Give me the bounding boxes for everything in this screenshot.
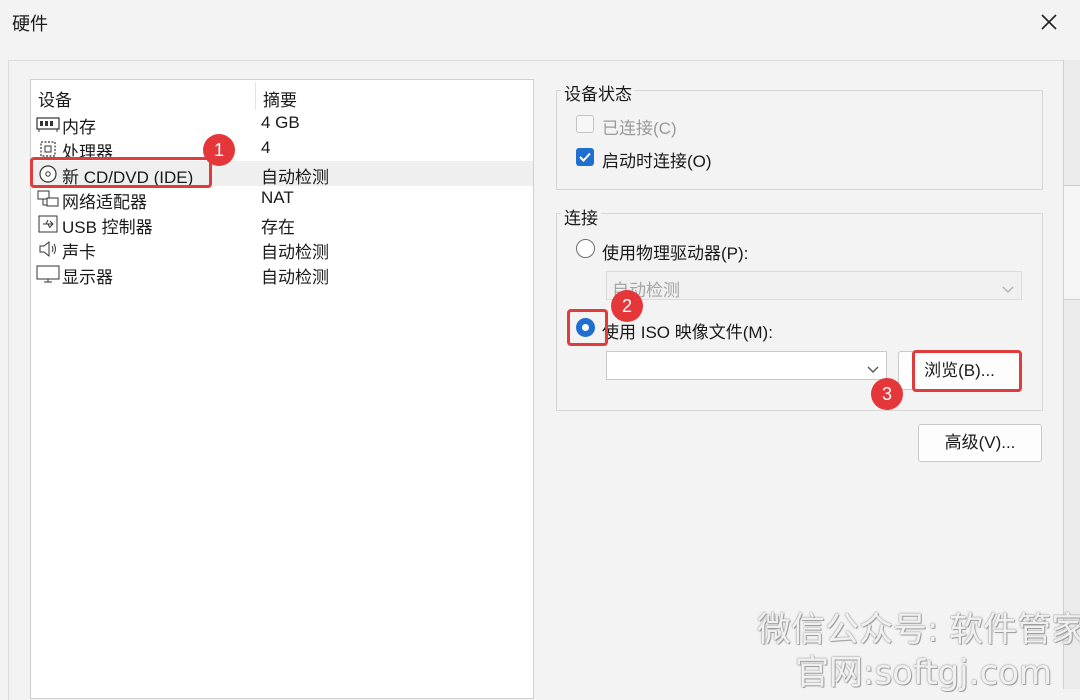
window-title: 硬件: [12, 14, 48, 34]
close-button[interactable]: [1036, 9, 1062, 35]
device-summary: 4: [261, 138, 271, 157]
device-summary: 自动检测: [261, 243, 329, 262]
physical-drive-select[interactable]: 自动检测: [606, 271, 1022, 300]
device-name: 显示器: [62, 268, 113, 287]
title-bar: 硬件: [0, 0, 1080, 45]
device-row-memory[interactable]: 内存 4 GB: [31, 111, 533, 137]
watermark-line-1: 微信公众号: 软件管家: [757, 610, 1080, 650]
monitor-icon: [36, 264, 60, 284]
device-row-network[interactable]: 网络适配器 NAT: [31, 186, 533, 212]
connect-on-start-label: 启动时连接(O): [602, 152, 712, 171]
device-summary: 自动检测: [261, 168, 329, 187]
device-name: 网络适配器: [62, 193, 147, 212]
memory-icon: [36, 114, 60, 134]
processor-icon: [36, 139, 60, 159]
chevron-down-icon: [866, 360, 880, 373]
annotation-badge-2: 2: [611, 290, 643, 322]
physical-drive-label: 使用物理驱动器(P):: [602, 244, 749, 263]
physical-drive-radio[interactable]: [576, 239, 595, 258]
device-name: 声卡: [62, 243, 96, 262]
connected-label: 已连接(C): [602, 119, 677, 138]
device-row-display[interactable]: 显示器 自动检测: [31, 261, 533, 287]
column-header-device[interactable]: 设备: [38, 86, 72, 111]
close-icon: [1041, 14, 1057, 30]
device-status-label: 设备状态: [561, 80, 635, 105]
highlight-cd-dvd-row: [30, 157, 212, 188]
device-summary: NAT: [261, 188, 294, 207]
device-summary: 存在: [261, 218, 295, 237]
device-row-usb[interactable]: USB 控制器 存在: [31, 211, 533, 237]
usb-icon: [36, 214, 60, 234]
watermark-line-2: 官网:softgj.com: [795, 653, 1053, 693]
annotation-badge-1: 1: [203, 134, 235, 166]
highlight-browse-button: [912, 350, 1022, 392]
device-name: USB 控制器: [62, 218, 153, 237]
network-icon: [36, 189, 60, 209]
speaker-icon: [36, 239, 60, 259]
advanced-button[interactable]: 高级(V)...: [918, 424, 1042, 462]
annotation-badge-3: 3: [871, 378, 903, 410]
device-summary: 自动检测: [261, 268, 329, 287]
connection-label: 连接: [561, 204, 601, 229]
iso-path-combobox[interactable]: [606, 351, 887, 380]
column-header-summary[interactable]: 摘要: [263, 86, 297, 111]
connected-checkbox[interactable]: [576, 115, 594, 133]
checkmark-icon: [579, 152, 591, 162]
device-summary: 4 GB: [261, 113, 300, 132]
device-status-group: [556, 90, 1043, 190]
device-name: 内存: [62, 118, 96, 137]
connect-on-start-checkbox[interactable]: [576, 148, 594, 166]
highlight-iso-radio: [567, 309, 608, 346]
device-row-sound[interactable]: 声卡 自动检测: [31, 236, 533, 262]
chevron-down-icon: [1001, 280, 1015, 293]
device-list-header: 设备 摘要: [31, 80, 533, 110]
background-window-edge: [1063, 60, 1080, 689]
